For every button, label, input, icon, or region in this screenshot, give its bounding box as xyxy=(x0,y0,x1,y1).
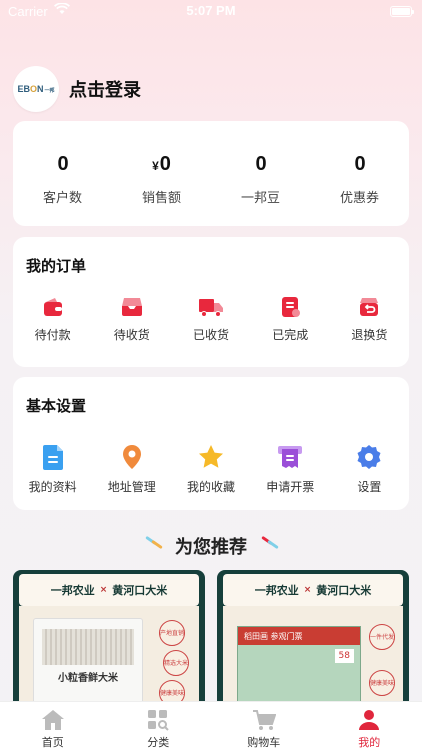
stat-customers[interactable]: 0 客户数 xyxy=(13,121,112,226)
clock: 5:07 PM xyxy=(186,3,236,18)
order-pending-payment[interactable]: 待付款 xyxy=(13,295,92,343)
login-link[interactable]: 点击登录 xyxy=(69,76,141,102)
checklist-icon xyxy=(282,297,301,317)
gear-icon xyxy=(357,445,381,469)
order-label: 待付款 xyxy=(34,328,71,342)
setting-label: 地址管理 xyxy=(107,480,156,494)
tab-label: 我的 xyxy=(358,736,381,749)
setting-profile[interactable]: 我的资料 xyxy=(13,443,92,495)
order-label: 待收货 xyxy=(113,328,150,342)
setting-label: 我的资料 xyxy=(28,480,77,494)
stat-value: ¥0 xyxy=(152,153,171,175)
home-icon xyxy=(41,710,64,730)
cart-icon xyxy=(252,710,276,730)
rice-bag-image: 小粒香鲜大米 xyxy=(33,618,143,708)
stat-label: 优惠券 xyxy=(339,191,379,206)
user-icon xyxy=(359,710,380,730)
setting-label: 我的收藏 xyxy=(187,480,236,494)
product-badge: 产地直销 xyxy=(159,620,185,646)
category-icon xyxy=(148,710,169,731)
tab-home[interactable]: 首页 xyxy=(0,702,106,750)
order-label: 已收货 xyxy=(193,328,230,342)
order-completed[interactable]: 已完成 xyxy=(251,295,330,343)
orders-card: 我的订单 待付款 待收货 已收货 已完成 退换货 xyxy=(13,237,409,367)
truck-icon xyxy=(199,299,223,317)
battery-icon xyxy=(390,6,414,17)
stat-value: 0 xyxy=(255,153,267,175)
product-card[interactable]: 一邦农业 × 黄河口大米 小粒香鲜大米 产地直销 精选大米 健康美味 xyxy=(13,570,205,710)
return-icon xyxy=(360,298,379,316)
product-banner: 一邦农业 × 黄河口大米 xyxy=(19,574,199,606)
tab-cart[interactable]: 购物车 xyxy=(211,702,317,750)
location-pin-icon xyxy=(122,445,141,469)
product-card[interactable]: 一邦农业 × 黄河口大米 稻田画 参观门票 58 一件代发 健康美味 xyxy=(217,570,409,710)
recommend-title: 为您推荐 xyxy=(175,537,247,558)
product-badge: 精选大米 xyxy=(163,650,189,676)
inbox-icon xyxy=(121,298,142,316)
product-image: 小粒香鲜大米 产地直销 精选大米 健康美味 xyxy=(19,606,199,710)
ticket-board-image: 稻田画 参观门票 58 xyxy=(237,626,361,709)
profile-header[interactable]: EBON一邦 点击登录 xyxy=(13,66,141,112)
product-banner: 一邦农业 × 黄河口大米 xyxy=(223,574,403,606)
invoice-icon xyxy=(278,446,303,468)
avatar[interactable]: EBON一邦 xyxy=(13,66,59,112)
rice-bag-name: 小粒香鲜大米 xyxy=(58,673,118,684)
stat-value: 0 xyxy=(57,153,69,175)
stat-label: 一邦豆 xyxy=(240,191,280,206)
orders-title: 我的订单 xyxy=(26,257,87,275)
ticket-board-price: 58 xyxy=(334,649,354,663)
wallet-icon xyxy=(43,298,62,316)
avatar-logo-text: EBON一邦 xyxy=(17,84,55,94)
order-label: 退换货 xyxy=(351,328,388,342)
order-received[interactable]: 已收货 xyxy=(171,295,250,343)
order-pending-receipt[interactable]: 待收货 xyxy=(92,295,171,343)
stat-label: 销售额 xyxy=(141,191,181,206)
tab-category[interactable]: 分类 xyxy=(106,702,212,750)
setting-favorites[interactable]: 我的收藏 xyxy=(171,443,250,495)
star-icon xyxy=(199,445,223,468)
product-badge: 一件代发 xyxy=(369,624,395,650)
ticket-board-title: 稻田画 参观门票 xyxy=(238,627,360,645)
tab-label: 首页 xyxy=(41,736,64,749)
product-image: 稻田画 参观门票 58 一件代发 健康美味 xyxy=(223,606,403,710)
settings-title: 基本设置 xyxy=(26,397,87,415)
setting-invoice[interactable]: 申请开票 xyxy=(251,443,330,495)
document-icon xyxy=(42,445,63,470)
stat-sales[interactable]: ¥0 销售额 xyxy=(112,121,211,226)
status-bar: Carrier 5:07 PM xyxy=(0,0,422,24)
stats-card: 0 客户数 ¥0 销售额 0 一邦豆 0 优惠券 xyxy=(13,121,409,226)
stat-beans[interactable]: 0 一邦豆 xyxy=(211,121,310,226)
stat-value: 0 xyxy=(354,153,366,175)
stat-coupons[interactable]: 0 优惠券 xyxy=(310,121,409,226)
order-label: 已完成 xyxy=(272,328,309,342)
settings-card: 基本设置 我的资料 地址管理 我的收藏 申请开票 设置 xyxy=(13,377,409,510)
setting-label: 设置 xyxy=(357,480,382,494)
setting-label: 申请开票 xyxy=(266,480,315,494)
stat-label: 客户数 xyxy=(42,191,82,206)
product-badge: 健康美味 xyxy=(369,670,395,696)
order-returns[interactable]: 退换货 xyxy=(330,295,409,343)
tab-bar: 首页 分类 购物车 我的 xyxy=(0,701,422,750)
setting-settings[interactable]: 设置 xyxy=(330,443,409,495)
tab-profile[interactable]: 我的 xyxy=(317,702,422,750)
setting-address[interactable]: 地址管理 xyxy=(92,443,171,495)
tab-label: 分类 xyxy=(147,736,170,749)
tab-label: 购物车 xyxy=(247,736,281,749)
